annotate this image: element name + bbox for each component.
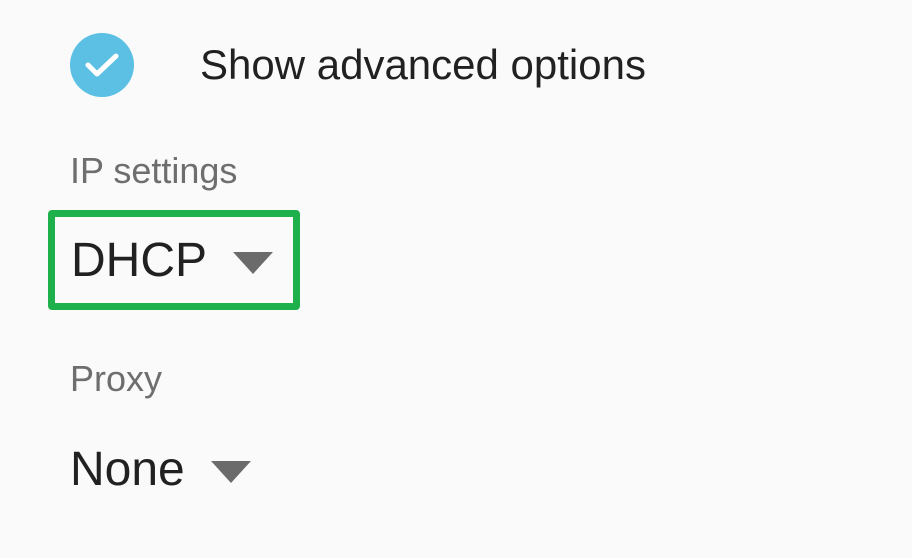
ip-settings-label: IP settings	[70, 150, 238, 191]
ip-settings-value: DHCP	[71, 233, 208, 287]
proxy-dropdown[interactable]: None	[70, 434, 251, 504]
show-advanced-options-label: Show advanced options	[200, 41, 646, 88]
show-advanced-options-checkbox[interactable]: Show advanced options	[70, 33, 646, 97]
checkmark-icon[interactable]	[70, 33, 134, 97]
proxy-value: None	[70, 442, 185, 496]
proxy-label: Proxy	[70, 358, 163, 399]
dropdown-arrow-icon	[210, 461, 251, 483]
ip-settings-dropdown[interactable]: DHCP	[48, 210, 300, 310]
dropdown-arrow-icon	[233, 252, 274, 274]
